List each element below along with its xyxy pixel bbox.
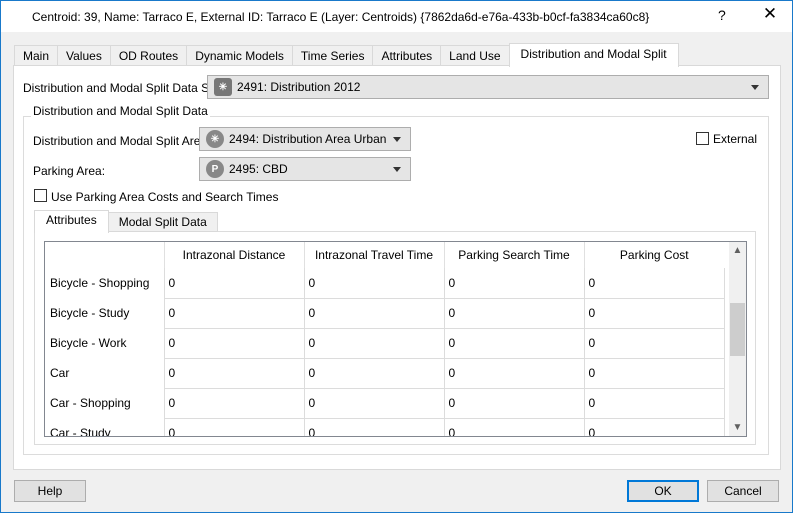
grid-cell[interactable]: 0: [164, 328, 305, 359]
grid-cell[interactable]: 0: [164, 358, 305, 389]
grid-cell[interactable]: 0: [164, 268, 305, 299]
dialog-window: Centroid: 39, Name: Tarraco E, External …: [0, 0, 793, 513]
tab-main[interactable]: Main: [14, 45, 59, 66]
table-row: Car - Study 0 0 0 0: [45, 418, 725, 436]
table-row: Car - Shopping 0 0 0 0: [45, 388, 725, 419]
table-row: Bicycle - Work 0 0 0 0: [45, 328, 725, 359]
help-button[interactable]: Help: [14, 480, 86, 502]
parking-dropdown[interactable]: P 2495: CBD: [199, 157, 411, 181]
area-dropdown[interactable]: ✳ 2494: Distribution Area Urban: [199, 127, 411, 151]
subtab-attributes[interactable]: Attributes: [34, 210, 109, 233]
area-label: Distribution and Modal Split Area:: [33, 134, 211, 148]
window-title: Centroid: 39, Name: Tarraco E, External …: [32, 10, 650, 24]
cancel-button[interactable]: Cancel: [707, 480, 779, 502]
vertical-scrollbar[interactable]: ▲ ▼: [729, 242, 746, 436]
tab-time-series[interactable]: Time Series: [291, 45, 374, 66]
ok-button[interactable]: OK: [627, 480, 699, 502]
parking-value: 2495: CBD: [229, 162, 288, 176]
attributes-table: Intrazonal Distance Intrazonal Travel Ti…: [45, 242, 725, 436]
dataset-label: Distribution and Modal Split Data Set:: [23, 81, 223, 95]
tab-attributes[interactable]: Attributes: [372, 45, 442, 66]
grid-cell[interactable]: 0: [444, 268, 585, 299]
grid-cell[interactable]: 0: [164, 388, 305, 419]
tab-values[interactable]: Values: [57, 45, 111, 66]
column-header[interactable]: Intrazonal Distance: [164, 242, 305, 268]
grid-cell[interactable]: 0: [584, 298, 725, 329]
tab-dynamic-models[interactable]: Dynamic Models: [186, 45, 293, 66]
grid-cell[interactable]: 0: [444, 328, 585, 359]
tab-bar: Main Values OD Routes Dynamic Models Tim…: [14, 43, 679, 67]
row-header: Bicycle - Work: [45, 328, 165, 358]
distribution-area-icon: ✳: [206, 130, 224, 148]
grid-cell[interactable]: 0: [304, 328, 445, 359]
tab-od-routes[interactable]: OD Routes: [109, 45, 188, 66]
grid-cell[interactable]: 0: [304, 358, 445, 389]
table-row: Bicycle - Study 0 0 0 0: [45, 298, 725, 329]
table-row: Car 0 0 0 0: [45, 358, 725, 389]
row-header: Car: [45, 358, 165, 388]
row-header: Car - Shopping: [45, 388, 165, 418]
grid-cell[interactable]: 0: [444, 418, 585, 436]
chevron-down-icon: [393, 136, 401, 142]
grid-cell[interactable]: 0: [164, 298, 305, 329]
grid-cell[interactable]: 0: [164, 418, 305, 436]
scroll-up-icon[interactable]: ▲: [729, 242, 746, 259]
scroll-down-icon[interactable]: ▼: [729, 419, 746, 436]
area-value: 2494: Distribution Area Urban: [229, 132, 387, 146]
column-header[interactable]: Parking Cost: [584, 242, 724, 268]
title-bar: Centroid: 39, Name: Tarraco E, External …: [1, 1, 792, 32]
chevron-down-icon: [751, 84, 759, 90]
dataset-dropdown[interactable]: ✳ 2491: Distribution 2012: [207, 75, 769, 99]
external-checkbox[interactable]: [696, 132, 709, 145]
close-icon[interactable]: ✕: [758, 4, 782, 24]
row-header: Car - Study: [45, 418, 165, 436]
dataset-value: 2491: Distribution 2012: [237, 80, 361, 94]
chevron-down-icon: [393, 166, 401, 172]
subtab-modal-split-data[interactable]: Modal Split Data: [107, 212, 218, 232]
column-header[interactable]: Parking Search Time: [444, 242, 585, 268]
tab-land-use[interactable]: Land Use: [440, 45, 510, 66]
attributes-grid: Intrazonal Distance Intrazonal Travel Ti…: [44, 241, 747, 437]
grid-cell[interactable]: 0: [584, 328, 725, 359]
grid-cell[interactable]: 0: [444, 298, 585, 329]
help-icon[interactable]: ?: [718, 7, 726, 23]
use-parking-label: Use Parking Area Costs and Search Times: [51, 190, 279, 204]
table-row: Bicycle - Shopping 0 0 0 0: [45, 268, 725, 299]
grid-cell[interactable]: 0: [584, 268, 725, 299]
parking-icon: P: [206, 160, 224, 178]
grid-cell[interactable]: 0: [584, 418, 725, 436]
grid-cell[interactable]: 0: [304, 298, 445, 329]
grid-cell[interactable]: 0: [584, 388, 725, 419]
grid-cell[interactable]: 0: [444, 358, 585, 389]
column-header[interactable]: Intrazonal Travel Time: [304, 242, 445, 268]
header-row: Intrazonal Distance Intrazonal Travel Ti…: [45, 242, 724, 268]
grid-cell[interactable]: 0: [304, 268, 445, 299]
row-header: Bicycle - Shopping: [45, 268, 165, 298]
row-header: Bicycle - Study: [45, 298, 165, 328]
scrollbar-thumb[interactable]: [730, 303, 745, 356]
tab-distribution-modal-split[interactable]: Distribution and Modal Split: [508, 43, 679, 67]
grid-cell[interactable]: 0: [584, 358, 725, 389]
distribution-icon: ✳: [214, 78, 232, 96]
grid-cell[interactable]: 0: [304, 418, 445, 436]
corner-header: [45, 242, 165, 268]
subtab-bar: Attributes Modal Split Data: [34, 210, 218, 233]
parking-label: Parking Area:: [33, 164, 106, 178]
external-label: External: [713, 132, 758, 146]
grid-cell[interactable]: 0: [304, 388, 445, 419]
use-parking-checkbox[interactable]: [34, 189, 47, 202]
group-title: Distribution and Modal Split Data: [31, 104, 210, 118]
grid-cell[interactable]: 0: [444, 388, 585, 419]
